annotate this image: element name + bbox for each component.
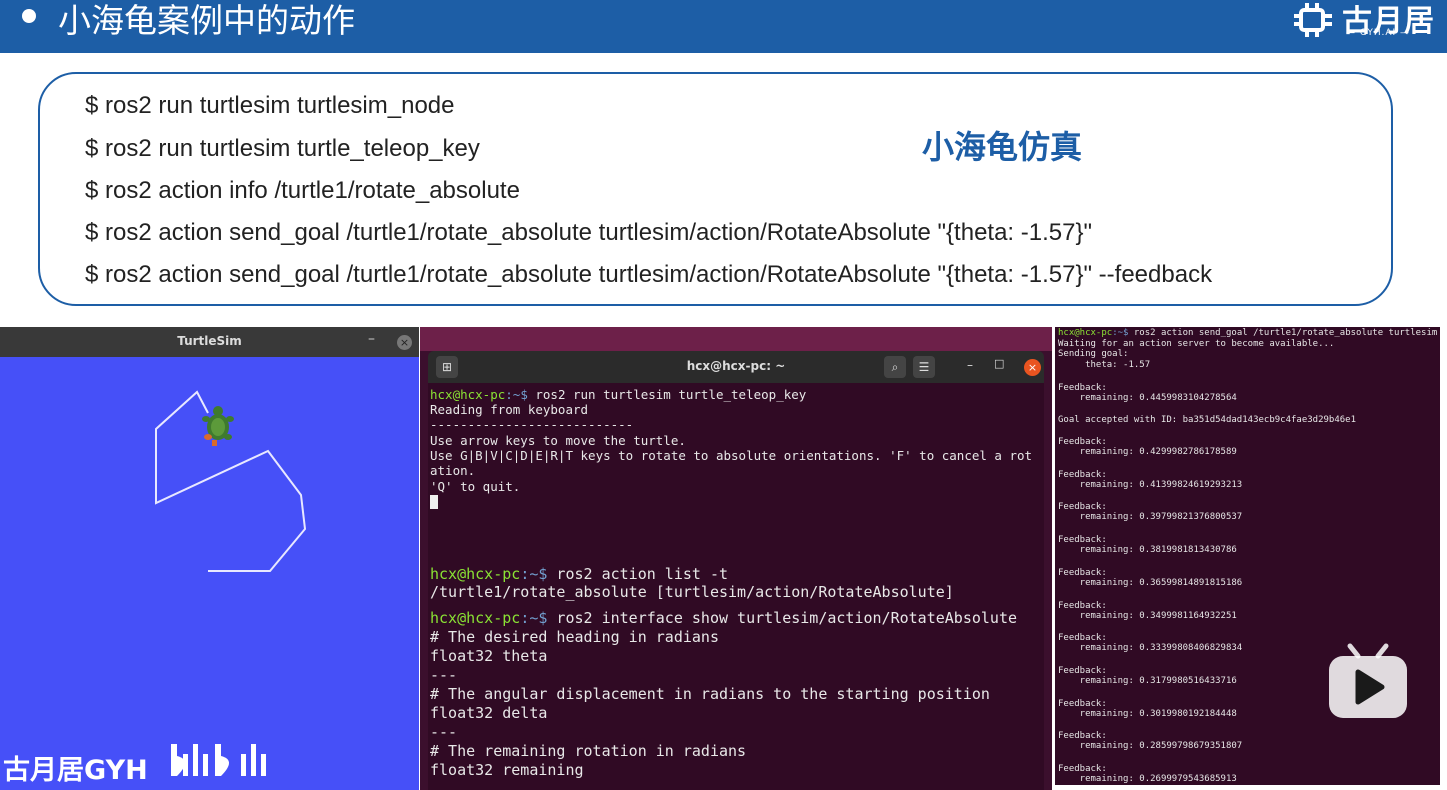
terminal-line: --- [430, 666, 458, 684]
slide-header: 小海龟案例中的动作 古月居 — GYH.AI — [0, 0, 1447, 53]
terminal-line: Reading from keyboard [430, 402, 589, 417]
play-button-icon[interactable] [1328, 642, 1408, 719]
terminal-line: --- [430, 723, 458, 741]
terminal-line: remaining: 0.41399824619293213 [1058, 479, 1243, 490]
terminal-line: hcx@hcx-pc:~$ ros2 interface show turtle… [430, 609, 1018, 627]
close-icon[interactable]: × [397, 335, 412, 350]
terminal-line: # The remaining rotation in radians [430, 742, 747, 760]
turtle-canvas [155, 390, 307, 572]
terminal-line: 'Q' to quit. [430, 479, 521, 494]
bilibili-logo-icon [171, 744, 266, 776]
watermark-text: 古月居GYH [3, 755, 148, 786]
terminal-line: hcx@hcx-pc:~$ ros2 action send_goal /tur… [1058, 328, 1438, 338]
terminal-line: remaining: 0.4299982786178589 [1058, 447, 1237, 457]
minimize-icon[interactable]: – [368, 331, 375, 347]
terminal-line: /turtle1/rotate_absolute [turtlesim/acti… [430, 583, 954, 601]
command-line: $ ros2 action info /turtle1/rotate_absol… [85, 177, 520, 204]
terminal-line: # The desired heading in radians [430, 628, 719, 646]
terminal-line: remaining: 0.3819981813430786 [1058, 545, 1237, 556]
command-line: $ ros2 action send_goal /turtle1/rotate_… [85, 219, 1093, 246]
terminal-line: Use arrow keys to move the turtle. [430, 433, 686, 448]
terminal-body[interactable]: hcx@hcx-pc:~$ ros2 run turtlesim turtle_… [428, 383, 1044, 790]
minimize-icon[interactable]: – [967, 358, 973, 372]
command-box: $ ros2 run turtlesim turtlesim_node $ ro… [38, 72, 1393, 306]
turtlesim-window: TurtleSim – × [0, 327, 419, 790]
terminal-line: --------------------------- [430, 417, 634, 432]
terminal-cursor [430, 493, 438, 509]
terminal-line: remaining: 0.33399808406829834 [1058, 643, 1243, 654]
command-line: $ ros2 run turtlesim turtle_teleop_key [85, 135, 480, 162]
menu-icon[interactable]: ☰ [913, 356, 935, 378]
bullet-icon [22, 9, 36, 23]
terminal-line: remaining: 0.4459983104278564 [1058, 393, 1237, 403]
terminal-window: ⊞ hcx@hcx-pc: ~ ⌕ ☰ – □ × hcx@hcx-pc:~$ … [420, 327, 1052, 790]
terminal-line: float32 remaining [430, 761, 584, 779]
watermark: 古月居GYH [3, 744, 293, 788]
slide-title: 小海龟案例中的动作 [58, 1, 355, 40]
terminal-line: remaining: 0.36599814891815186 [1058, 577, 1243, 588]
sim-label: 小海龟仿真 [922, 128, 1083, 166]
turtlesim-titlebar[interactable]: TurtleSim – × [0, 327, 419, 357]
search-icon[interactable]: ⌕ [884, 356, 906, 378]
terminal-line: remaining: 0.2699979543685913 [1058, 774, 1237, 784]
terminal-line: remaining: 0.39799821376800537 [1058, 512, 1243, 523]
terminal-line: Goal accepted with ID: ba351d54dad143ecb… [1058, 415, 1357, 425]
command-line: $ ros2 run turtlesim turtlesim_node [85, 92, 455, 119]
terminal-line: hcx@hcx-pc:~$ ros2 action list -t [430, 565, 729, 583]
close-icon[interactable]: × [1024, 359, 1041, 376]
terminal-line: float32 delta [430, 704, 548, 722]
terminal-line: remaining: 0.3179980516433716 [1058, 675, 1237, 686]
logo-subtext: — GYH.AI — [1346, 28, 1411, 38]
terminal-line: Sending goal: [1058, 349, 1129, 359]
turtlesim-title: TurtleSim [177, 334, 242, 348]
terminal-line: theta: -1.57 [1058, 360, 1151, 370]
logo-mark-icon [1294, 3, 1332, 37]
terminal-line: Use G|B|V|C|D|E|R|T keys to rotate to ab… [430, 448, 1033, 463]
command-line: $ ros2 action send_goal /turtle1/rotate_… [85, 261, 1213, 288]
terminal-line: ation. [430, 463, 476, 478]
terminal-line: remaining: 0.3499981164932251 [1058, 610, 1237, 621]
terminal-line: float32 theta [430, 647, 548, 665]
terminal-line: remaining: 0.28599798679351807 [1058, 741, 1243, 752]
terminal-line: remaining: 0.3019980192184448 [1058, 708, 1237, 719]
maximize-icon[interactable]: □ [994, 357, 1004, 370]
terminal-line: hcx@hcx-pc:~$ ros2 run turtlesim turtle_… [430, 387, 807, 402]
terminal-titlebar[interactable]: ⊞ hcx@hcx-pc: ~ ⌕ ☰ – □ × [428, 351, 1044, 383]
terminal-title: hcx@hcx-pc: ~ [686, 359, 786, 373]
terminal-line: # The angular displacement in radians to… [430, 685, 990, 703]
